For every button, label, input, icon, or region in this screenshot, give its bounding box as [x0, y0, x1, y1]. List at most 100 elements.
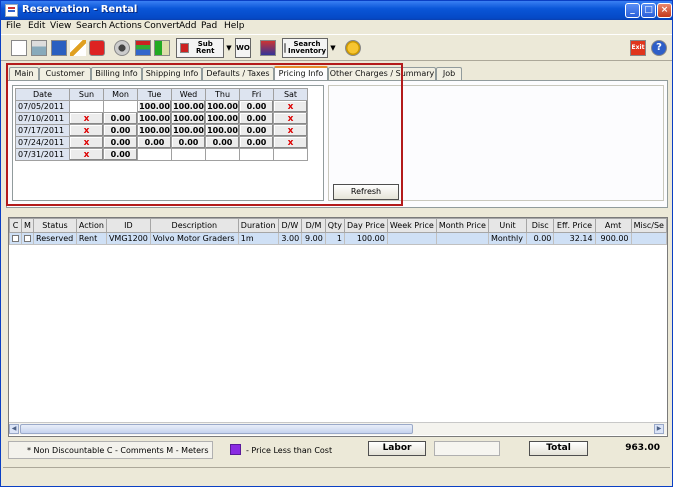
menu-convert[interactable]: Convert	[144, 21, 180, 31]
menu-view[interactable]: View	[50, 21, 71, 31]
menu-pad[interactable]: Pad	[201, 21, 217, 31]
cell-qty[interactable]: 1	[324, 232, 345, 245]
title-bar[interactable]: Reservation - Rental _ □ ×	[1, 1, 672, 20]
pricing-cell-excluded[interactable]: x	[69, 124, 104, 137]
cell-days-per-month[interactable]: 9.00	[301, 232, 326, 245]
horizontal-scrollbar[interactable]: ◀ ▶	[9, 422, 667, 435]
pricing-cell[interactable]: 100.00	[205, 112, 240, 125]
total-button[interactable]: Total	[529, 441, 588, 456]
exit-button[interactable]: Exit	[629, 38, 647, 58]
pricing-cell[interactable]: 100.00	[171, 100, 206, 113]
pricing-cell-excluded[interactable]: x	[273, 124, 308, 137]
pricing-cell[interactable]: 100.00	[137, 100, 172, 113]
pricing-cell[interactable]: 0.00	[171, 136, 206, 149]
tab-customer[interactable]: Customer	[39, 67, 91, 80]
cell-misc-service[interactable]	[630, 232, 668, 245]
help-button[interactable]: ?	[650, 38, 668, 58]
menu-help[interactable]: Help	[224, 21, 245, 31]
delete-button[interactable]	[88, 38, 106, 58]
availability-button[interactable]	[113, 38, 131, 58]
pricing-cell-excluded[interactable]: x	[69, 148, 104, 161]
cell-unit[interactable]: Monthly	[487, 232, 528, 245]
tab-main[interactable]: Main	[9, 67, 39, 80]
menu-file[interactable]: File	[6, 21, 21, 31]
tab-shipping-info[interactable]: Shipping Info	[142, 67, 202, 80]
shipping-button[interactable]	[259, 38, 277, 58]
pricing-cell[interactable]: 100.00	[205, 124, 240, 137]
col-duration[interactable]: Duration	[237, 218, 279, 233]
col-misc-service[interactable]: Misc/Se	[630, 218, 668, 233]
refresh-button[interactable]: Refresh	[333, 184, 399, 200]
cell-disc[interactable]: 0.00	[526, 232, 555, 245]
tab-other-charges-summary[interactable]: Other Charges / Summary	[328, 67, 436, 80]
pricing-cell[interactable]: 0.00	[239, 112, 274, 125]
pricing-cell[interactable]: 100.00	[137, 124, 172, 137]
col-disc[interactable]: Disc	[526, 218, 555, 233]
maximize-button[interactable]: □	[641, 3, 656, 18]
table-row[interactable]: Reserved Rent VMG1200 Volvo Motor Grader…	[9, 232, 668, 245]
pricing-cell[interactable]: 0.00	[103, 112, 138, 125]
pricing-cell-excluded[interactable]: x	[69, 136, 104, 149]
cell-duration[interactable]: 1m	[237, 232, 279, 245]
col-amt[interactable]: Amt	[594, 218, 632, 233]
labor-button[interactable]: Labor	[368, 441, 426, 456]
save-button[interactable]	[50, 38, 68, 58]
minimize-button[interactable]: _	[625, 3, 640, 18]
col-days-per-month[interactable]: D/M	[301, 218, 326, 233]
pricing-cell[interactable]: 0.00	[137, 136, 172, 149]
calendar-button[interactable]	[134, 38, 152, 58]
print-button[interactable]	[30, 38, 48, 58]
pricing-cell[interactable]: 0.00	[239, 136, 274, 149]
col-days-per-week[interactable]: D/W	[277, 218, 303, 233]
payment-button[interactable]	[344, 38, 362, 58]
col-week-price[interactable]: Week Price	[386, 218, 437, 233]
pricing-cell[interactable]: 0.00	[103, 136, 138, 149]
pricing-cell-excluded[interactable]: x	[273, 100, 308, 113]
reports-button[interactable]	[153, 38, 171, 58]
col-status[interactable]: Status	[33, 218, 77, 233]
pricing-cell-excluded[interactable]: x	[273, 112, 308, 125]
new-button[interactable]	[10, 38, 28, 58]
search-inventory-dropdown[interactable]: ▼	[329, 38, 337, 58]
tab-defaults-taxes[interactable]: Defaults / Taxes	[202, 67, 274, 80]
cell-eff-price[interactable]: 32.14	[553, 232, 596, 245]
col-id[interactable]: ID	[105, 218, 151, 233]
pricing-cell[interactable]: 100.00	[171, 112, 206, 125]
edit-button[interactable]	[69, 38, 87, 58]
col-meters[interactable]: M	[21, 218, 34, 233]
tab-job[interactable]: Job	[436, 67, 462, 80]
tab-billing-info[interactable]: Billing Info	[91, 67, 142, 80]
close-button[interactable]: ×	[657, 3, 672, 18]
sub-rent-button[interactable]: Sub Rent	[176, 38, 224, 58]
comments-checkbox-cell[interactable]	[9, 232, 22, 245]
col-unit[interactable]: Unit	[487, 218, 528, 233]
pricing-cell-excluded[interactable]: x	[69, 112, 104, 125]
cell-day-price[interactable]: 100.00	[343, 232, 388, 245]
scroll-right-icon[interactable]: ▶	[654, 424, 664, 434]
pricing-cell[interactable]: 0.00	[103, 148, 138, 161]
pricing-cell[interactable]: 0.00	[103, 124, 138, 137]
scroll-thumb[interactable]	[20, 424, 413, 434]
col-month-price[interactable]: Month Price	[435, 218, 489, 233]
meters-checkbox[interactable]	[24, 235, 31, 242]
pricing-cell[interactable]: 0.00	[205, 136, 240, 149]
sub-rent-dropdown[interactable]: ▼	[225, 38, 233, 58]
search-inventory-button[interactable]: Search Inventory	[282, 38, 328, 58]
cell-description[interactable]: Volvo Motor Graders	[149, 232, 239, 245]
cell-days-per-week[interactable]: 3.00	[277, 232, 303, 245]
menu-add[interactable]: Add	[179, 21, 196, 31]
meters-checkbox-cell[interactable]	[21, 232, 34, 245]
cell-status[interactable]: Reserved	[33, 232, 77, 245]
tab-pricing-info[interactable]: Pricing Info	[274, 66, 328, 80]
comments-checkbox[interactable]	[12, 235, 19, 242]
cell-month-price[interactable]	[435, 232, 489, 245]
pricing-cell[interactable]: 100.00	[205, 100, 240, 113]
cell-amt[interactable]: 900.00	[594, 232, 632, 245]
cell-week-price[interactable]	[386, 232, 437, 245]
cell-id[interactable]: VMG1200	[105, 232, 151, 245]
pricing-cell-excluded[interactable]: x	[273, 136, 308, 149]
col-eff-price[interactable]: Eff. Price	[553, 218, 596, 233]
pricing-cell[interactable]: 0.00	[239, 100, 274, 113]
col-qty[interactable]: Qty	[324, 218, 345, 233]
pricing-cell[interactable]: 100.00	[137, 112, 172, 125]
